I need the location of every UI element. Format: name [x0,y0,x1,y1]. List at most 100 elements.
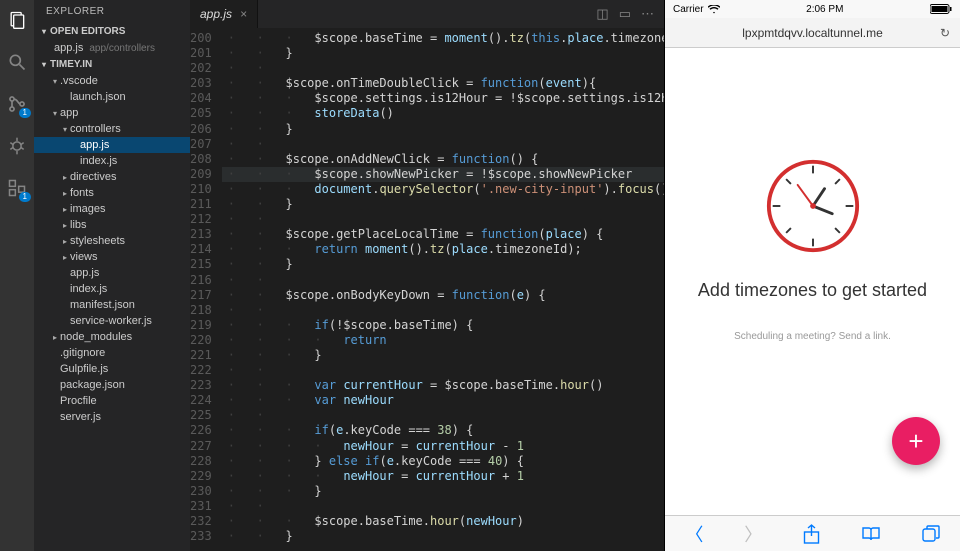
tree-label: node_modules [60,331,132,343]
tree-item[interactable]: service-worker.js [34,313,190,329]
code-line[interactable]: · · · } else if(e.keyCode === 40) { [222,454,664,469]
code-line[interactable]: · · · $scope.showNewPicker = !$scope.sho… [222,167,664,182]
tree-item[interactable]: app.js [34,137,190,153]
tree-item[interactable]: ▸images [34,201,190,217]
tree-item[interactable]: ▸node_modules [34,329,190,345]
debug-icon[interactable] [5,134,29,158]
search-icon[interactable] [5,50,29,74]
code-line[interactable]: · · · · newHour = currentHour + 1 [222,469,664,484]
tree-item[interactable]: ▸directives [34,169,190,185]
code-line[interactable]: · · } [222,46,664,61]
chevron-down-icon: ▾ [42,27,46,36]
tree-label: Gulpfile.js [60,363,108,375]
code-line[interactable]: · · · document.querySelector('.new-city-… [222,182,664,197]
empty-heading: Add timezones to get started [698,280,927,301]
code-line[interactable]: · · [222,137,664,152]
tree-item[interactable]: index.js [34,281,190,297]
tree-label: images [70,203,105,215]
code-line[interactable]: · · · $scope.settings.is12Hour = !$scope… [222,91,664,106]
tree-item[interactable]: ▾controllers [34,121,190,137]
tree-item[interactable]: Procfile [34,393,190,409]
tree-label: launch.json [70,91,126,103]
code-line[interactable]: · · [222,273,664,288]
reload-icon[interactable]: ↻ [940,26,950,40]
share-icon[interactable] [803,524,820,544]
add-fab[interactable]: + [892,417,940,465]
code-line[interactable]: · · [222,212,664,227]
code-line[interactable]: · · · } [222,484,664,499]
tree-item[interactable]: server.js [34,409,190,425]
tree-label: app [60,107,78,119]
tree-item[interactable]: index.js [34,153,190,169]
tree-item[interactable]: manifest.json [34,297,190,313]
code-line[interactable]: · · } [222,257,664,272]
code-line[interactable]: · · $scope.onBodyKeyDown = function(e) { [222,288,664,303]
code-line[interactable]: · · [222,408,664,423]
tree-item[interactable]: ▸views [34,249,190,265]
tabs-icon[interactable] [922,525,940,543]
code-line[interactable]: · · } [222,529,664,544]
toggle-panel-icon[interactable]: ▭ [619,6,631,22]
code-line[interactable]: · · · $scope.baseTime.hour(newHour) [222,514,664,529]
tree-label: directives [70,171,116,183]
code-line[interactable]: · · $scope.onAddNewClick = function() { [222,152,664,167]
forward-icon[interactable]: 〉 [744,521,762,547]
open-editors-header[interactable]: ▾ OPEN EDITORS [34,23,190,40]
open-editor-item[interactable]: app.jsapp/controllers [34,40,190,56]
chevron-right-icon: ▸ [60,237,70,246]
code-line[interactable]: · · } [222,197,664,212]
code-content[interactable]: · · · $scope.baseTime = moment().tz(this… [222,28,664,551]
code-line[interactable]: · · } [222,122,664,137]
tree-item[interactable]: launch.json [34,89,190,105]
code-editor[interactable]: 2002012022032042052062072082092102112122… [190,28,664,551]
tree-item[interactable]: .gitignore [34,345,190,361]
back-icon[interactable]: 〈 [685,521,703,547]
status-bar: Carrier 2:06 PM [665,0,960,18]
close-icon[interactable]: × [240,7,247,21]
tree-item[interactable]: ▸libs [34,217,190,233]
tab-app-js[interactable]: app.js × [190,0,258,28]
tree-label: manifest.json [70,299,135,311]
code-line[interactable]: · · $scope.onTimeDoubleClick = function(… [222,76,664,91]
code-line[interactable]: · · · var currentHour = $scope.baseTime.… [222,378,664,393]
extensions-icon[interactable]: 1 [5,176,29,200]
bookmarks-icon[interactable] [861,526,881,542]
code-line[interactable]: · · · $scope.baseTime = moment().tz(this… [222,31,664,46]
tree-item[interactable]: ▾app [34,105,190,121]
url-bar[interactable]: lpxpmtdqvv.localtunnel.me ↻ [665,18,960,48]
tree-item[interactable]: Gulpfile.js [34,361,190,377]
tree-label: server.js [60,411,101,423]
code-line[interactable]: · · [222,499,664,514]
chevron-right-icon: ▸ [60,253,70,262]
tree-item[interactable]: package.json [34,377,190,393]
code-line[interactable]: · · · var newHour [222,393,664,408]
code-line[interactable]: · · [222,61,664,76]
file-tree: ▾.vscodelaunch.json▾app▾controllersapp.j… [34,73,190,433]
tab-label: app.js [200,7,232,21]
code-line[interactable]: · · · if(!$scope.baseTime) { [222,318,664,333]
editor-tabs: app.js × ◫ ▭ ⋯ [190,0,664,28]
code-line[interactable]: · · · · newHour = currentHour - 1 [222,439,664,454]
empty-subtext: Scheduling a meeting? Send a link. [734,331,891,342]
code-line[interactable]: · · · · return [222,333,664,348]
url-text: lpxpmtdqvv.localtunnel.me [742,26,883,40]
tree-label: stylesheets [70,235,125,247]
code-line[interactable]: · · · } [222,348,664,363]
explorer-icon[interactable] [5,8,29,32]
split-editor-icon[interactable]: ◫ [596,6,608,22]
code-line[interactable]: · · [222,303,664,318]
tree-item[interactable]: app.js [34,265,190,281]
code-line[interactable]: · · · storeData() [222,106,664,121]
code-line[interactable]: · · [222,363,664,378]
tree-item[interactable]: ▸fonts [34,185,190,201]
tree-item[interactable]: ▸stylesheets [34,233,190,249]
scm-icon[interactable]: 1 [5,92,29,116]
project-header[interactable]: ▾ TIMEY.IN [34,56,190,73]
code-line[interactable]: · · · return moment().tz(place.timezoneI… [222,242,664,257]
clock-illustration [765,158,861,254]
more-icon[interactable]: ⋯ [641,6,654,22]
code-line[interactable]: · · $scope.getPlaceLocalTime = function(… [222,227,664,242]
code-line[interactable]: · · · if(e.keyCode === 38) { [222,423,664,438]
ext-badge: 1 [19,192,31,202]
tree-item[interactable]: ▾.vscode [34,73,190,89]
